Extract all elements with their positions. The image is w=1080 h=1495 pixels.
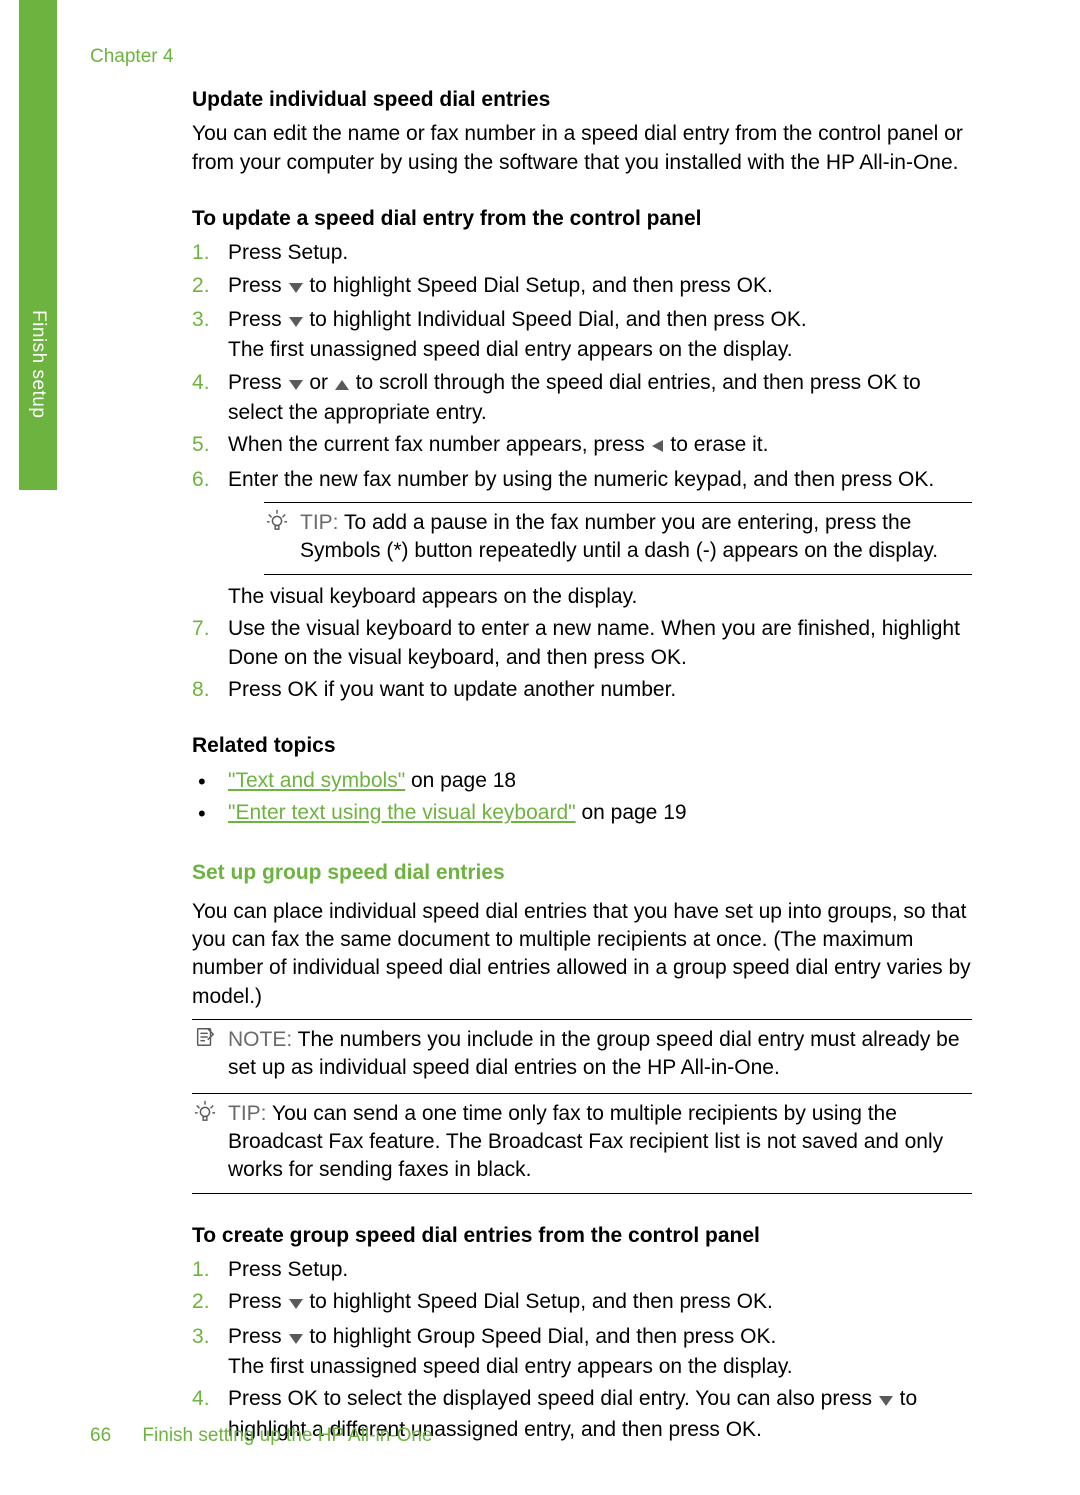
step-2: Press to highlight Speed Dial Setup, and… [192,272,972,302]
tip-callout: TIP: You can send a one time only fax to… [192,1093,972,1194]
step-text: to highlight Group Speed Dial, and then … [304,1325,777,1348]
tip-label: TIP: [300,511,339,534]
related-links: "Text and symbols" on page 18 "Enter tex… [192,767,972,828]
down-arrow-icon [288,371,304,399]
up-arrow-icon [334,371,350,399]
chapter-label: Chapter 4 [90,44,173,70]
step-text: to highlight Speed Dial Setup, and then … [304,1290,773,1313]
section-intro: You can place individual speed dial entr… [192,898,972,1011]
procedure-steps: Press Setup. Press to highlight Speed Di… [192,239,972,704]
tip-icon [194,1100,218,1124]
tip-label: TIP: [228,1102,267,1125]
note-label: NOTE: [228,1028,292,1051]
step-text: Press [228,371,288,394]
step-subtext: The first unassigned speed dial entry ap… [228,1353,972,1381]
link-suffix: on page 18 [405,769,516,792]
tip-body: To add a pause in the fax number you are… [300,511,938,562]
down-arrow-icon [288,1325,304,1353]
step-4: Press or to scroll through the speed dia… [192,369,972,428]
link-visual-keyboard[interactable]: "Enter text using the visual keyboard" [228,801,576,824]
tip-callout: TIP: To add a pause in the fax number yo… [264,502,972,575]
step-text: Press OK to select the displayed speed d… [228,1387,878,1410]
procedure-heading: To create group speed dial entries from … [192,1222,972,1250]
section-update-entries: Update individual speed dial entries You… [192,86,972,177]
step-text: Press [228,308,288,331]
page-footer: 66 Finish setting up the HP All-in-One [90,1423,433,1449]
footer-text: Finish setting up the HP All-in-One [142,1425,432,1446]
link-suffix: on page 19 [576,801,687,824]
related-heading: Related topics [192,732,972,760]
page-content: Update individual speed dial entries You… [192,86,972,1448]
sidebar-tab-label: Finish setup [25,310,51,418]
step-7: Use the visual keyboard to enter a new n… [192,615,972,672]
step-3: Press to highlight Individual Speed Dial… [192,306,972,365]
sidebar-tab: Finish setup [19,0,57,490]
step-text: Press Setup. [228,241,348,264]
step-text: or [304,371,334,394]
step-text: Enter the new fax number by using the nu… [228,468,934,491]
note-callout: NOTE: The numbers you include in the gro… [192,1019,972,1085]
down-arrow-icon [288,274,304,302]
section-intro: You can edit the name or fax number in a… [192,120,972,177]
section-heading-group: Set up group speed dial entries [192,859,972,887]
tip-body: You can send a one time only fax to mult… [228,1102,943,1182]
page-number: 66 [90,1425,111,1446]
step-text: Press [228,274,288,297]
down-arrow-icon [288,1290,304,1318]
link-text-symbols[interactable]: "Text and symbols" [228,769,405,792]
procedure-steps: Press Setup. Press to highlight Speed Di… [192,1256,972,1444]
step-text: Use the visual keyboard to enter a new n… [228,617,960,668]
step-text: to erase it. [665,433,769,456]
step-text: When the current fax number appears, pre… [228,433,651,456]
step-3: Press to highlight Group Speed Dial, and… [192,1323,972,1382]
step-text: Press Setup. [228,1258,348,1281]
step-text: Press [228,1325,288,1348]
step-1: Press Setup. [192,1256,972,1284]
step-8: Press OK if you want to update another n… [192,676,972,704]
step-2: Press to highlight Speed Dial Setup, and… [192,1288,972,1318]
down-arrow-icon [878,1387,894,1415]
down-arrow-icon [288,308,304,336]
step-text: to highlight Individual Speed Dial, and … [304,308,807,331]
step-5: When the current fax number appears, pre… [192,431,972,461]
step-subtext: The first unassigned speed dial entry ap… [228,336,972,364]
step-6: Enter the new fax number by using the nu… [192,466,972,611]
step-text: Press [228,1290,288,1313]
section-heading: Update individual speed dial entries [192,86,972,114]
step-1: Press Setup. [192,239,972,267]
related-item: "Enter text using the visual keyboard" o… [192,799,972,827]
step-text: to highlight Speed Dial Setup, and then … [304,274,773,297]
note-body: The numbers you include in the group spe… [228,1028,960,1079]
tip-icon [266,509,290,533]
step-subtext: The visual keyboard appears on the displ… [228,583,972,611]
procedure-heading: To update a speed dial entry from the co… [192,205,972,233]
note-icon [194,1026,218,1050]
related-item: "Text and symbols" on page 18 [192,767,972,795]
left-arrow-icon [651,433,665,461]
step-text: Press OK if you want to update another n… [228,678,676,701]
